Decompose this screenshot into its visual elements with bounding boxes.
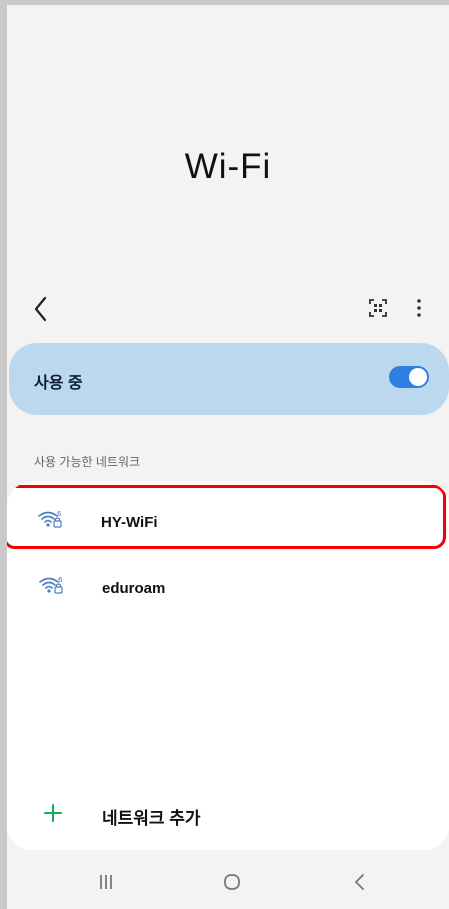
home-icon — [224, 874, 240, 890]
system-navigation-bar — [7, 853, 449, 909]
toggle-knob — [409, 368, 427, 386]
qr-scan-button[interactable] — [368, 298, 388, 318]
wifi-master-toggle-card[interactable]: 사용 중 — [9, 343, 449, 415]
chevron-left-icon — [34, 296, 47, 322]
more-vertical-icon — [417, 299, 421, 317]
recents-button[interactable] — [91, 867, 121, 897]
available-networks-label: 사용 가능한 네트워크 — [34, 455, 141, 469]
network-item-hy-wifi[interactable]: 6 HY-WiFi — [7, 485, 446, 549]
svg-text:6: 6 — [57, 510, 62, 518]
page-title: Wi-Fi — [184, 147, 272, 186]
wifi-6-secured-icon: 6 — [37, 574, 65, 596]
home-button[interactable] — [217, 867, 247, 897]
wifi-6-secured-icon: 6 — [36, 508, 64, 530]
wifi-settings-screen: Wi-Fi 사용 중 사용 가능한 네트워크 6 HY-WiFi 6 eduro… — [7, 5, 449, 909]
back-nav-button[interactable] — [345, 867, 375, 897]
network-name: HY-WiFi — [101, 514, 158, 531]
add-network-button[interactable]: 네트워크 추가 — [7, 785, 449, 845]
svg-text:6: 6 — [58, 576, 63, 584]
back-button[interactable] — [31, 294, 51, 324]
top-bar — [7, 290, 449, 330]
add-network-label: 네트워크 추가 — [102, 809, 201, 828]
more-options-button[interactable] — [411, 296, 427, 320]
wifi-toggle-switch[interactable] — [389, 366, 429, 388]
network-item-eduroam[interactable]: 6 eduroam — [7, 554, 449, 626]
network-name: eduroam — [102, 580, 166, 597]
plus-icon — [41, 801, 65, 825]
qr-code-icon — [369, 299, 387, 317]
wifi-status-label: 사용 중 — [34, 375, 83, 392]
recents-icon — [100, 875, 112, 889]
back-icon — [355, 874, 364, 890]
